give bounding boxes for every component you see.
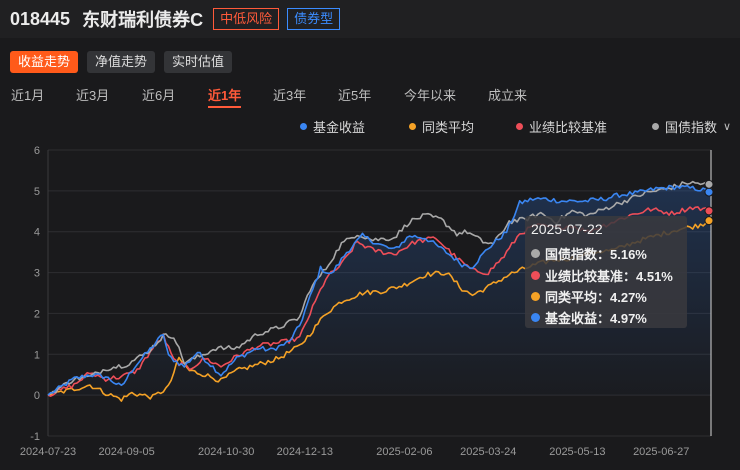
tooltip-row-peer-average: 同类平均：4.27% [531, 287, 647, 306]
tooltip-dot [531, 271, 540, 280]
y-tick-label: 4 [34, 227, 40, 239]
x-tick-label: 2024-10-30 [198, 446, 254, 458]
tooltip-value: 业绩比较基准：4.51% [545, 269, 673, 284]
peer-average-marker [704, 216, 714, 226]
x-tick-label: 2025-05-13 [549, 446, 605, 458]
tooltip-row-benchmark: 业绩比较基准：4.51% [531, 266, 673, 285]
y-tick-label: 1 [34, 349, 40, 361]
x-tick-label: 2025-03-24 [460, 446, 516, 458]
tooltip-dot [531, 313, 540, 322]
tooltip-value: 基金收益：4.97% [545, 311, 647, 326]
tooltip-date: 2025-07-22 [531, 221, 603, 237]
tooltip-dot [531, 292, 540, 301]
treasury-index-marker [704, 179, 714, 189]
y-tick-label: 0 [34, 390, 40, 402]
y-tick-label: -1 [30, 431, 40, 443]
tooltip-row-treasury-index: 国债指数：5.16% [531, 244, 647, 263]
x-tick-label: 2024-12-13 [277, 446, 333, 458]
y-tick-label: 5 [34, 186, 40, 198]
tooltip-dot [531, 249, 540, 258]
tooltip-row-fund-return: 基金收益：4.97% [531, 308, 647, 327]
benchmark-marker [704, 206, 714, 216]
y-tick-label: 6 [34, 145, 40, 157]
y-tick-label: 3 [34, 268, 40, 280]
x-tick-label: 2024-07-23 [20, 446, 76, 458]
data-tooltip: 2025-07-22 国债指数：5.16% 业绩比较基准：4.51% 同类平均：… [525, 216, 687, 328]
x-tick-label: 2025-02-06 [376, 446, 432, 458]
tooltip-value: 国债指数：5.16% [545, 247, 647, 262]
x-tick-label: 2024-09-05 [98, 446, 154, 458]
fund-return-marker [704, 187, 714, 197]
x-tick-label: 2025-06-27 [633, 446, 689, 458]
y-tick-label: 2 [34, 308, 40, 320]
tooltip-value: 同类平均：4.27% [545, 290, 647, 305]
